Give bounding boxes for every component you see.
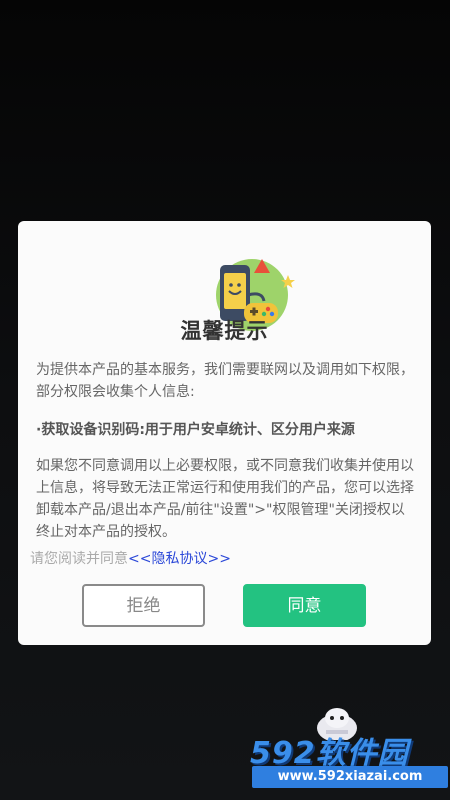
intro-paragraph: 为提供本产品的基本服务，我们需要联网以及调用如下权限，部分权限会收集个人信息: [36,362,414,400]
reject-button[interactable]: 拒绝 [82,584,205,627]
dialog-title: 温馨提示 [180,319,269,343]
device-id-permission-item: ·获取设备识别码:用于用户安卓统计、区分用户来源 [36,422,355,438]
refusal-notice-paragraph: 如果您不同意调用以上必要权限，或不同意我们收集并使用以上信息，将导致无法正常运行… [36,458,414,540]
watermark-brand: 592软件园 [250,736,409,771]
app-screen: 温馨提示 为提供本产品的基本服务，我们需要联网以及调用如下权限，部分权限会收集个… [0,0,450,800]
site-watermark: 592软件园 www.592xiazai.com [250,706,450,800]
privacy-consent-line: 请您阅读并同意<<隐私协议>> [30,548,231,568]
privacy-policy-link[interactable]: <<隐私协议>> [128,551,231,567]
privacy-prefix-text: 请您阅读并同意 [30,551,128,567]
agree-button[interactable]: 同意 [243,584,366,627]
watermark-url: www.592xiazai.com [252,766,448,788]
permission-dialog: 温馨提示 为提供本产品的基本服务，我们需要联网以及调用如下权限，部分权限会收集个… [18,221,431,645]
